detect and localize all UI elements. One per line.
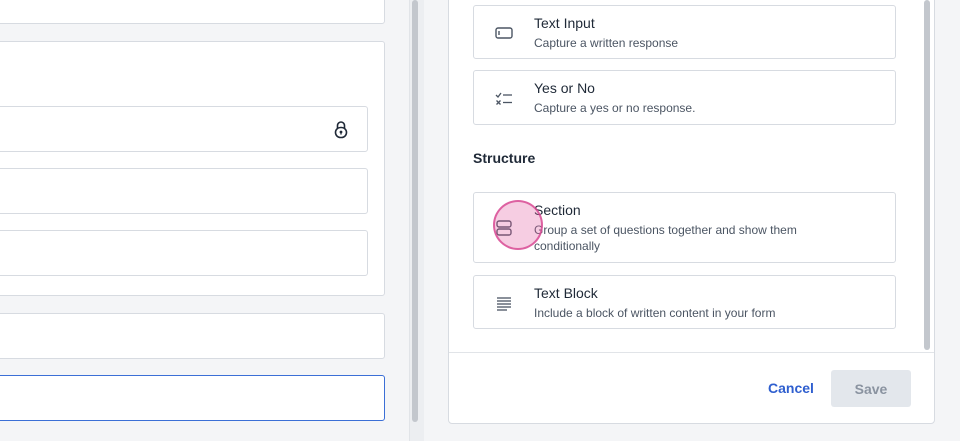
option-description: Capture a yes or no response. xyxy=(534,101,696,115)
option-text-input[interactable]: Text Input Capture a written response xyxy=(473,5,896,59)
field-input-2[interactable] xyxy=(0,168,368,214)
field-input-focused[interactable] xyxy=(0,375,385,421)
option-description: Include a block of written content in yo… xyxy=(534,306,776,320)
cancel-button[interactable]: Cancel xyxy=(762,370,820,406)
form-builder-page: Text Input Capture a written response Ye… xyxy=(0,0,960,441)
editor-scrollbar-thumb[interactable] xyxy=(412,0,418,422)
option-title: Text Input xyxy=(534,15,595,31)
field-input-3[interactable] xyxy=(0,230,368,276)
save-button[interactable]: Save xyxy=(831,370,911,407)
option-description: Group a set of questions together and sh… xyxy=(534,223,797,253)
structure-heading: Structure xyxy=(473,150,536,166)
option-title: Yes or No xyxy=(534,80,595,96)
option-yes-or-no[interactable]: Yes or No Capture a yes or no response. xyxy=(473,70,896,125)
form-editor-area xyxy=(0,0,408,441)
option-title: Text Block xyxy=(534,285,598,301)
option-title: Section xyxy=(534,202,581,218)
option-text-block[interactable]: Text Block Include a block of written co… xyxy=(473,275,896,329)
locked-field-input[interactable] xyxy=(0,106,368,152)
text-block-icon xyxy=(497,297,511,311)
section-icon xyxy=(496,220,512,236)
lock-icon xyxy=(334,121,348,139)
panel-scrollbar-thumb[interactable] xyxy=(924,0,930,350)
panel-footer-divider xyxy=(449,352,934,353)
option-description: Capture a written response xyxy=(534,36,679,50)
text-input-icon xyxy=(495,27,513,39)
field-input-4[interactable] xyxy=(0,313,385,359)
checklist-icon xyxy=(495,92,512,105)
field-box-top[interactable] xyxy=(0,0,385,24)
option-section[interactable]: Section Group a set of questions togethe… xyxy=(473,192,896,263)
